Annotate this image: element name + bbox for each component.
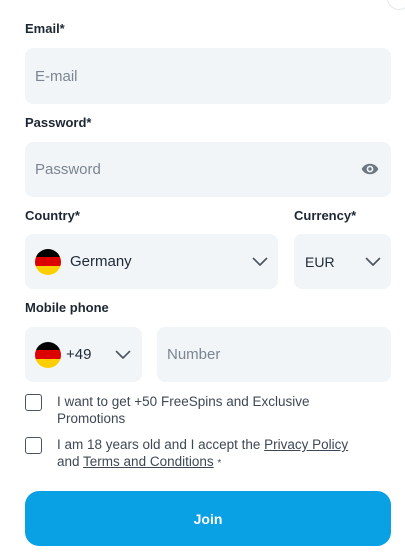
email-label: Email*: [25, 21, 65, 36]
chevron-down-icon: [252, 257, 268, 266]
germany-flag-icon: [35, 248, 61, 275]
privacy-policy-link[interactable]: Privacy Policy: [264, 437, 348, 452]
currency-value: EUR: [305, 253, 335, 270]
age-terms-checkbox[interactable]: [25, 437, 42, 454]
age-terms-consent-text: I am 18 years old and I accept the Priva…: [57, 436, 357, 472]
currency-select[interactable]: EUR: [294, 234, 391, 289]
age-terms-consent-row: I am 18 years old and I accept the Priva…: [25, 436, 357, 472]
password-field[interactable]: [25, 142, 391, 197]
currency-label: Currency*: [294, 208, 357, 223]
password-input[interactable]: [25, 161, 391, 178]
chevron-down-icon: [365, 257, 381, 266]
country-value: Germany: [70, 253, 132, 270]
chevron-down-icon: [115, 350, 131, 359]
country-select[interactable]: Germany: [25, 234, 278, 289]
freespins-consent-text: I want to get +50 FreeSpins and Exclusiv…: [57, 394, 310, 426]
germany-flag-icon: [35, 341, 61, 368]
required-mark: *: [217, 458, 222, 469]
phone-number-input[interactable]: [157, 346, 391, 363]
terms-link[interactable]: Terms and Conditions: [83, 454, 214, 469]
phone-code-value: +49: [66, 346, 92, 363]
phone-label: Mobile phone: [25, 300, 109, 315]
email-input[interactable]: [25, 67, 391, 85]
phone-number-field[interactable]: [157, 327, 391, 382]
password-label: Password*: [25, 115, 92, 130]
freespins-checkbox[interactable]: [25, 394, 42, 411]
close-button-partial[interactable]: [387, 0, 405, 10]
email-field[interactable]: [25, 48, 391, 104]
join-button[interactable]: Join: [25, 491, 391, 546]
age-consent-prefix: I am 18 years old and I accept the: [57, 437, 265, 452]
freespins-consent-row: I want to get +50 FreeSpins and Exclusiv…: [25, 393, 357, 427]
phone-code-select[interactable]: +49: [25, 327, 142, 382]
and-text: and: [57, 454, 80, 469]
eye-icon[interactable]: [360, 160, 380, 178]
country-label: Country*: [25, 208, 80, 223]
